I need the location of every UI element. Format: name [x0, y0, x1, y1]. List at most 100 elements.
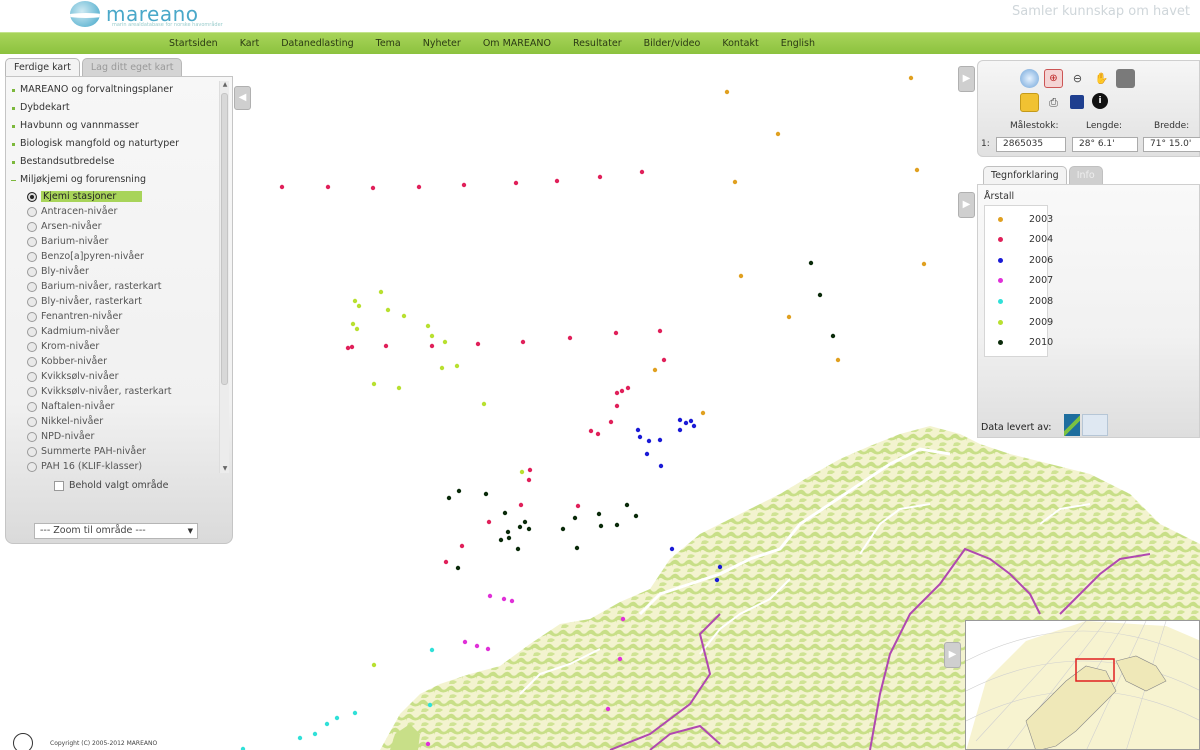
- layer-naftalen[interactable]: Naftalen-nivåer: [10, 399, 218, 414]
- station-point-2004[interactable]: [461, 182, 467, 188]
- nav-bilder-video[interactable]: Bilder/video: [644, 38, 701, 49]
- station-point-2004[interactable]: [595, 431, 601, 437]
- station-point-2007[interactable]: [501, 596, 507, 602]
- station-point-2010[interactable]: [456, 488, 462, 494]
- layer-bly[interactable]: Bly-nivåer: [10, 264, 218, 279]
- nav-kontakt[interactable]: Kontakt: [722, 38, 758, 49]
- station-point-2010[interactable]: [498, 537, 504, 543]
- station-point-2004[interactable]: [459, 543, 465, 549]
- station-point-2004[interactable]: [608, 419, 614, 425]
- layer-benzo-a-pyren[interactable]: Benzo[a]pyren-nivåer: [10, 249, 218, 264]
- station-point-2004[interactable]: [383, 343, 389, 349]
- nav-om-mareano[interactable]: Om MAREANO: [483, 38, 551, 49]
- keep-area-checkbox[interactable]: [54, 480, 64, 491]
- station-point-2003[interactable]: [652, 367, 658, 373]
- mail-icon[interactable]: [1020, 93, 1039, 112]
- layer-arsen[interactable]: Arsen-nivåer: [10, 219, 218, 234]
- station-point-2010[interactable]: [515, 546, 521, 552]
- radio[interactable]: [27, 281, 37, 292]
- layer-scrollbar[interactable]: ▲ ▼: [219, 81, 229, 473]
- radio[interactable]: [27, 221, 37, 232]
- collapse-legend-button[interactable]: ▶: [958, 192, 975, 218]
- info-icon[interactable]: i: [1092, 93, 1108, 109]
- station-point-2010[interactable]: [624, 502, 630, 508]
- station-point-2004[interactable]: [518, 502, 524, 508]
- station-point-2004[interactable]: [349, 344, 355, 350]
- layer-kvikksolv[interactable]: Kvikksølv-nivåer: [10, 369, 218, 384]
- station-point-2003[interactable]: [835, 357, 841, 363]
- station-point-2010[interactable]: [817, 292, 823, 298]
- station-point-2004[interactable]: [513, 180, 519, 186]
- station-point-2004[interactable]: [625, 385, 631, 391]
- station-point-2006[interactable]: [657, 437, 663, 443]
- scroll-thumb[interactable]: [221, 93, 228, 385]
- station-point-2003[interactable]: [775, 131, 781, 137]
- print-icon[interactable]: ⎙: [1044, 93, 1063, 112]
- station-point-2008[interactable]: [312, 731, 318, 737]
- station-point-2007[interactable]: [605, 706, 611, 712]
- station-point-2006[interactable]: [677, 427, 683, 433]
- station-point-2004[interactable]: [567, 335, 573, 341]
- station-point-2009[interactable]: [378, 289, 384, 295]
- station-point-2006[interactable]: [658, 463, 664, 469]
- provider-logo-hi-icon[interactable]: [1082, 414, 1108, 436]
- radio[interactable]: [27, 446, 37, 457]
- station-point-2004[interactable]: [614, 390, 620, 396]
- station-point-2007[interactable]: [509, 598, 515, 604]
- radio[interactable]: [27, 431, 37, 442]
- layer-bly-raster[interactable]: Bly-nivåer, rasterkart: [10, 294, 218, 309]
- station-point-2007[interactable]: [620, 616, 626, 622]
- station-point-2007[interactable]: [617, 656, 623, 662]
- station-point-2004[interactable]: [345, 345, 351, 351]
- station-point-2006[interactable]: [677, 417, 683, 423]
- keep-area-option[interactable]: Behold valgt område: [54, 480, 168, 491]
- station-point-2006[interactable]: [717, 564, 723, 570]
- station-point-2004[interactable]: [597, 174, 603, 180]
- layer-antracen[interactable]: Antracen-nivåer: [10, 204, 218, 219]
- station-point-2003[interactable]: [724, 89, 730, 95]
- station-point-2003[interactable]: [700, 410, 706, 416]
- station-point-2004[interactable]: [657, 328, 663, 334]
- nav-english[interactable]: English: [781, 38, 815, 49]
- station-point-2006[interactable]: [691, 423, 697, 429]
- station-point-2004[interactable]: [613, 330, 619, 336]
- station-point-2007[interactable]: [474, 643, 480, 649]
- station-point-2007[interactable]: [485, 646, 491, 652]
- station-point-2009[interactable]: [439, 365, 445, 371]
- station-point-2008[interactable]: [334, 715, 340, 721]
- station-point-2009[interactable]: [371, 662, 377, 668]
- station-point-2010[interactable]: [455, 565, 461, 571]
- layer-kvikksolv-raster[interactable]: Kvikksølv-nivåer, rasterkart: [10, 384, 218, 399]
- globe-full-extent-icon[interactable]: [1020, 69, 1039, 88]
- station-point-2010[interactable]: [483, 491, 489, 497]
- nav-kart[interactable]: Kart: [240, 38, 260, 49]
- station-point-2010[interactable]: [830, 333, 836, 339]
- category-forvaltningsplaner[interactable]: MAREANO og forvaltningsplaner: [10, 81, 218, 99]
- zoom-in-box-icon[interactable]: ⊕: [1044, 69, 1063, 88]
- station-point-2003[interactable]: [732, 179, 738, 185]
- station-point-2010[interactable]: [517, 524, 523, 530]
- station-point-2003[interactable]: [921, 261, 927, 267]
- station-point-2006[interactable]: [644, 451, 650, 457]
- station-point-2009[interactable]: [385, 307, 391, 313]
- station-point-2010[interactable]: [522, 519, 528, 525]
- radio[interactable]: [27, 266, 37, 277]
- station-point-2010[interactable]: [505, 529, 511, 535]
- category-dybdekart[interactable]: Dybdekart: [10, 99, 218, 117]
- station-point-2009[interactable]: [442, 339, 448, 345]
- zoom-out-icon[interactable]: ⊖: [1068, 69, 1087, 88]
- layer-kjemi-stasjoner[interactable]: Kjemi stasjoner: [10, 189, 218, 204]
- layer-kobber[interactable]: Kobber-nivåer: [10, 354, 218, 369]
- scroll-up-icon[interactable]: ▲: [221, 81, 229, 89]
- radio[interactable]: [27, 416, 37, 427]
- station-point-2004[interactable]: [588, 428, 594, 434]
- nav-datanedlasting[interactable]: Datanedlasting: [281, 38, 353, 49]
- station-point-2010[interactable]: [446, 495, 452, 501]
- station-point-2009[interactable]: [519, 469, 525, 475]
- category-miljokjemi[interactable]: Miljøkjemi og forurensning: [10, 171, 218, 189]
- radio[interactable]: [27, 251, 37, 262]
- station-point-2004[interactable]: [475, 341, 481, 347]
- tab-info[interactable]: Info: [1068, 166, 1103, 184]
- station-point-2006[interactable]: [683, 420, 689, 426]
- nav-startsiden[interactable]: Startsiden: [169, 38, 218, 49]
